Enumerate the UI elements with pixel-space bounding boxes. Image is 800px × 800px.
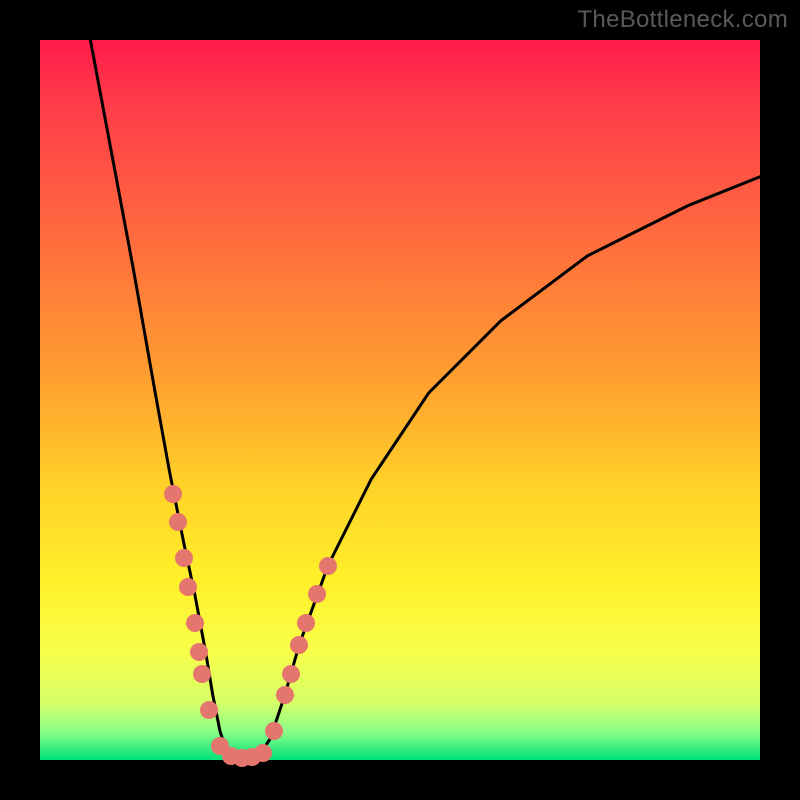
marker-dot	[297, 614, 315, 632]
marker-dot	[164, 485, 182, 503]
marker-dot	[254, 744, 272, 762]
marker-dot	[308, 585, 326, 603]
marker-dot	[169, 513, 187, 531]
marker-dot	[179, 578, 197, 596]
marker-dot	[175, 549, 193, 567]
marker-dot	[265, 722, 283, 740]
marker-dot	[190, 643, 208, 661]
marker-dot	[200, 701, 218, 719]
marker-dot	[276, 686, 294, 704]
marker-dot	[282, 665, 300, 683]
marker-dot	[186, 614, 204, 632]
plot-area	[40, 40, 760, 760]
marker-dot	[193, 665, 211, 683]
curve-svg	[40, 40, 760, 760]
marker-dot	[319, 557, 337, 575]
chart-container: TheBottleneck.com	[0, 0, 800, 800]
watermark-text: TheBottleneck.com	[577, 6, 788, 34]
marker-dot	[290, 636, 308, 654]
